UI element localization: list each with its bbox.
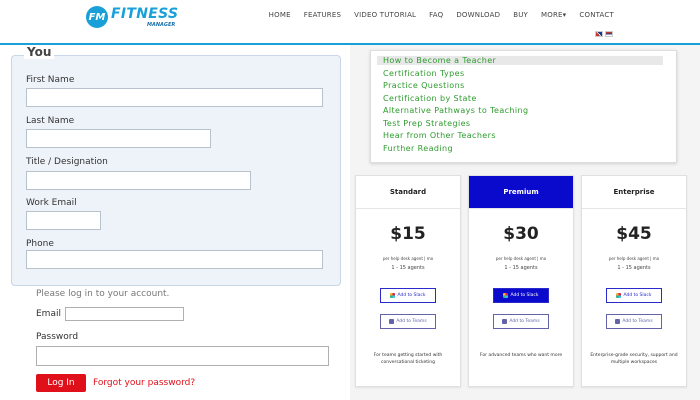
login-button[interactable]: Log In [36,374,86,392]
site-header: FM FITNESS MANAGER HOME FEATURES VIDEO T… [0,0,700,45]
nav-home[interactable]: HOME [269,11,291,19]
toc-item[interactable]: Alternative Pathways to Teaching [383,106,528,115]
serbian-flag-icon[interactable] [605,31,613,37]
pricing-card-premium: Premium $30 per help desk agent | mo 1 -… [468,175,574,387]
phone-input[interactable] [26,250,323,269]
title-designation-label: Title / Designation [26,157,108,167]
plan-price: $30 [503,224,539,244]
add-to-teams-button[interactable]: Add to Teams [493,314,549,329]
plan-unit: per help desk agent | mo [608,256,660,261]
login-email-input[interactable] [65,307,184,321]
slack-button-label: Add to Slack [397,293,426,298]
add-to-slack-button[interactable]: Add to Slack [380,288,436,303]
plan-agents: 1 - 15 agents [617,265,651,271]
last-name-input[interactable] [26,129,211,148]
form-legend: You [24,45,55,59]
login-prompt: Please log in to your account. [36,289,170,299]
logo-badge: FM [86,6,108,28]
main-nav: HOME FEATURES VIDEO TUTORIAL FAQ DOWNLOA… [269,11,614,19]
language-flags [595,31,613,37]
nav-download[interactable]: DOWNLOAD [456,11,500,19]
toc-item[interactable]: How to Become a Teacher [377,56,663,65]
plan-description: For teams getting started with conversat… [373,353,443,365]
toc-item[interactable]: Further Reading [383,144,453,153]
table-of-contents: How to Become a Teacher Certification Ty… [370,50,677,163]
logo-sub-text: MANAGER [147,22,176,28]
nav-more-dropdown[interactable]: MORE▾ [541,11,566,19]
plan-unit: per help desk agent | mo [495,256,547,261]
slack-icon [503,293,509,298]
plan-agents: 1 - 15 agents [504,265,538,271]
teams-icon [615,319,621,324]
fitness-manager-logo[interactable]: FM FITNESS MANAGER [86,6,178,28]
nav-buy[interactable]: BUY [513,11,528,19]
title-designation-input[interactable] [26,171,251,190]
add-to-slack-button[interactable]: Add to Slack [493,288,549,303]
forgot-password-link[interactable]: Forgot your password? [93,378,195,388]
plan-agents: 1 - 15 agents [391,265,425,271]
plan-name: Standard [356,176,460,209]
teams-icon [389,319,395,324]
nav-features[interactable]: FEATURES [304,11,341,19]
add-to-slack-button[interactable]: Add to Slack [606,288,662,303]
logo-main-text: FITNESS [111,6,179,22]
add-to-teams-button[interactable]: Add to Teams [380,314,436,329]
logo-wordmark: FITNESS MANAGER [111,6,178,28]
plan-name: Enterprise [582,176,686,209]
plan-description: Enterprise-grade security, support and m… [590,353,678,365]
english-flag-icon[interactable] [595,31,603,37]
slack-button-label: Add to Slack [623,293,652,298]
toc-item[interactable]: Certification by State [383,94,477,103]
slack-button-label: Add to Slack [510,293,539,298]
nav-contact[interactable]: CONTACT [579,11,614,19]
last-name-label: Last Name [26,116,75,126]
login-password-input[interactable] [36,346,329,366]
teams-button-label: Add to Teams [622,319,653,324]
toc-item[interactable]: Certification Types [383,69,465,78]
plan-name: Premium [469,176,573,209]
teams-button-label: Add to Teams [396,319,427,324]
login-email-label: Email [36,309,61,319]
toc-item[interactable]: Test Prep Strategies [383,119,471,128]
first-name-label: First Name [26,75,75,85]
nav-faq[interactable]: FAQ [429,11,443,19]
first-name-input[interactable] [26,88,323,107]
pricing-card-enterprise: Enterprise $45 per help desk agent | mo … [581,175,687,387]
plan-description: For advanced teams who want more [479,353,563,358]
plan-unit: per help desk agent | mo [382,256,434,261]
toc-item[interactable]: Hear from Other Teachers [383,131,496,140]
slack-icon [616,293,622,298]
toc-item[interactable]: Practice Questions [383,81,465,90]
add-to-teams-button[interactable]: Add to Teams [606,314,662,329]
phone-label: Phone [26,239,54,249]
nav-video-tutorial[interactable]: VIDEO TUTORIAL [354,11,416,19]
plan-price: $15 [390,224,426,244]
login-password-label: Password [36,332,79,342]
teams-button-label: Add to Teams [509,319,540,324]
work-email-label: Work Email [26,198,77,208]
teams-icon [502,319,508,324]
plan-price: $45 [616,224,652,244]
work-email-input[interactable] [26,211,101,230]
slack-icon [390,293,396,298]
pricing-card-standard: Standard $15 per help desk agent | mo 1 … [355,175,461,387]
